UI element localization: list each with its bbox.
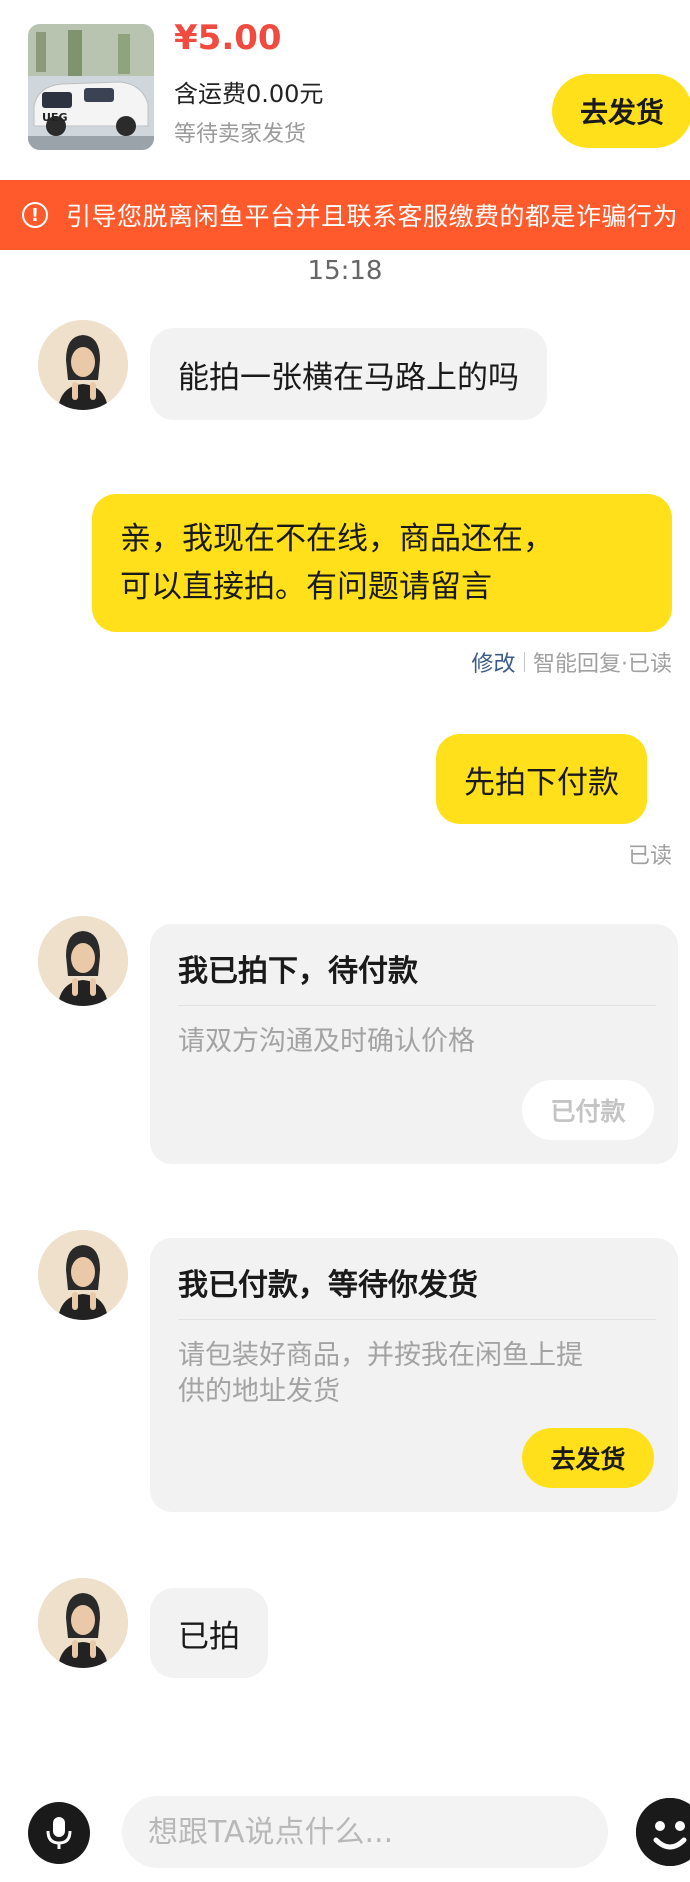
read-status-text: 已读: [627, 844, 672, 869]
chat-input-bar: [0, 1780, 690, 1882]
product-badge-text: UEG: [42, 111, 67, 124]
ship-button[interactable]: 去发货: [522, 1428, 654, 1488]
card-description: 请包装好商品，并按我在闲鱼上提 供的地址发货: [178, 1338, 656, 1410]
message-text-line-2: 可以直接拍。有问题请留言: [120, 569, 492, 605]
emoji-icon: [636, 1798, 690, 1866]
message-text: 能拍一张横在马路上的吗: [178, 359, 519, 396]
avatar[interactable]: [38, 916, 128, 1006]
paid-button[interactable]: 已付款: [522, 1080, 654, 1140]
avatar-image: [38, 320, 128, 410]
avatar[interactable]: [38, 1578, 128, 1668]
message-input[interactable]: [122, 1796, 608, 1868]
edit-link[interactable]: 修改: [471, 646, 515, 678]
voice-button[interactable]: [28, 1802, 90, 1864]
order-card-pending-payment: 我已拍下，待付款 请双方沟通及时确认价格 已付款: [150, 924, 678, 1164]
incoming-message[interactable]: 已拍: [150, 1588, 268, 1678]
emoji-button[interactable]: [636, 1798, 690, 1866]
card-description-line-2: 供的地址发货: [178, 1376, 340, 1407]
product-shipping-fee: 含运费0.00元: [174, 80, 324, 108]
microphone-icon: [46, 1817, 72, 1849]
chat-timestamp: 15:18: [307, 256, 383, 286]
auto-reply-read-status: 智能回复·已读: [533, 652, 672, 677]
avatar-image: [38, 916, 128, 1006]
product-image: UEG: [28, 24, 154, 150]
order-card-paid: 我已付款，等待你发货 请包装好商品，并按我在闲鱼上提 供的地址发货 去发货: [150, 1238, 678, 1512]
ship-button[interactable]: 去发货: [552, 74, 690, 148]
card-description-line-1: 请包装好商品，并按我在闲鱼上提: [178, 1340, 583, 1371]
card-title: 我已拍下，待付款: [178, 954, 418, 989]
avatar-image: [38, 1578, 128, 1668]
product-thumbnail[interactable]: UEG: [28, 24, 154, 150]
meta-divider: [523, 652, 525, 672]
fraud-warning-text: 引导您脱离闲鱼平台并且联系客服缴费的都是诈骗行为: [66, 202, 679, 231]
card-description: 请双方沟通及时确认价格: [178, 1026, 475, 1057]
warning-icon: !: [22, 202, 48, 228]
card-title: 我已付款，等待你发货: [178, 1268, 478, 1303]
avatar[interactable]: [38, 320, 128, 410]
incoming-message[interactable]: 能拍一张横在马路上的吗: [150, 328, 547, 420]
avatar-image: [38, 1230, 128, 1320]
message-text: 先拍下付款: [464, 764, 619, 801]
message-meta: 修改 智能回复·已读: [471, 646, 672, 678]
product-price: ¥5.00: [174, 18, 282, 58]
avatar[interactable]: [38, 1230, 128, 1320]
message-text-line-1: 亲，我现在不在线，商品还在，: [120, 521, 554, 557]
order-status: 等待卖家发货: [174, 122, 307, 147]
card-divider: [178, 1319, 656, 1320]
outgoing-message[interactable]: 先拍下付款: [436, 734, 647, 824]
outgoing-message[interactable]: 亲，我现在不在线，商品还在， 可以直接拍。有问题请留言: [92, 494, 672, 632]
read-status: 已读: [628, 838, 672, 870]
card-divider: [178, 1005, 656, 1006]
fraud-warning-banner: ! 引导您脱离闲鱼平台并且联系客服缴费的都是诈骗行为: [0, 180, 690, 250]
message-text: 已拍: [178, 1618, 240, 1655]
product-header: UEG ¥5.00 含运费0.00元 等待卖家发货 去发货: [0, 0, 690, 180]
